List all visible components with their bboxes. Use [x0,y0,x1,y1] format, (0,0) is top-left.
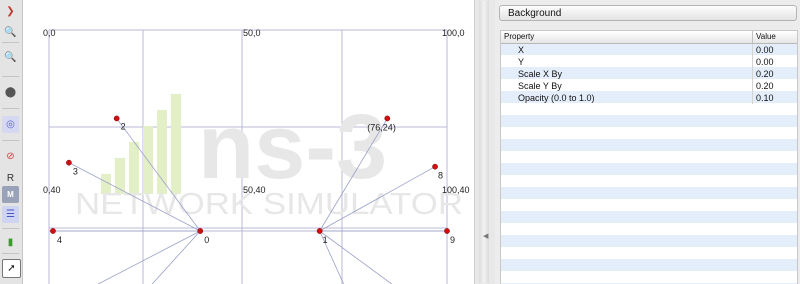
packet-stats-icon[interactable]: ⬤ [2,84,19,101]
table-row[interactable]: Scale Y By 0.20 [501,80,797,92]
property-name: Scale X By [501,68,753,80]
table-header: Property Value [501,31,797,44]
grid-coordinate-label: 50,0 [243,28,261,38]
watermark-subtitle: NETWORK SIMULATOR [75,186,463,221]
zoom-in-icon[interactable]: 🔍 [2,24,19,41]
property-value[interactable]: 0.00 [753,44,797,56]
background-button[interactable]: Background [499,5,797,21]
collapse-icon[interactable]: ❯ [2,3,19,20]
table-row[interactable]: X 0.00 [501,44,797,56]
watermark-logo: ns-3 [198,96,387,198]
node-label: 0 [204,235,209,245]
toolbar-separator [2,42,19,43]
canvas-svg[interactable]: ns-3NETWORK SIMULATOR 0,0 50,0 100,0 0,40 50,… [23,0,474,284]
property-value[interactable]: 0.00 [753,56,797,68]
node-76-marker[interactable] [384,115,391,122]
toolbar-separator [2,108,19,109]
node-label: 3 [73,167,78,177]
grid-coordinate-label: 0,40 [43,185,61,195]
column-header-property[interactable]: Property [501,31,753,43]
splitter-arrow-icon[interactable]: ◀ [483,232,488,240]
node-9-marker[interactable] [444,228,450,234]
toolbar: ❯ 🔍 🔍 ⬤ ◎ ⊘ R M ☰ ▮ ➚ [0,0,23,284]
toolbar-separator [2,253,19,254]
node-label: (76,24) [367,122,396,132]
link-line [151,230,201,284]
node-2-marker[interactable] [113,115,120,122]
node-label: 4 [57,235,62,245]
node-label: 8 [438,171,443,181]
watermark-signal-bar [157,110,167,194]
zoom-out-icon[interactable]: 🔍 [2,49,19,66]
grid-coordinate-label: 50,40 [243,185,266,195]
grid-coordinate-label: 100,0 [442,28,465,38]
pointer-icon[interactable]: ➚ [2,259,21,278]
property-table: Property Value X 0.00 Y 0.00 Scale X By … [500,30,798,284]
grid-coordinate-label: 0,0 [43,28,56,38]
table-row[interactable]: Y 0.00 [501,56,797,68]
node-3-marker[interactable] [66,159,72,166]
m-label[interactable]: M [2,186,19,203]
column-header-value[interactable]: Value [753,31,797,43]
node-label: 1 [323,235,328,245]
splitter-handle[interactable]: ◀ [474,0,496,284]
node-1-marker[interactable] [316,228,323,234]
property-name: Y [501,56,753,68]
watermark-signal-bar [171,94,181,194]
link-line [98,230,201,284]
node-0-marker[interactable] [197,228,204,234]
grid-coordinate-label: 100,40 [442,185,470,195]
toolbar-separator [2,140,19,141]
property-value[interactable]: 0.20 [753,68,797,80]
node-label: 2 [121,121,126,131]
battery-icon[interactable]: ▮ [2,234,19,251]
node-label: 9 [450,235,455,245]
table-row[interactable]: Scale X By 0.20 [501,68,797,80]
node-8-marker[interactable] [432,163,438,170]
property-name: Scale Y By [501,80,753,92]
toolbar-separator [2,76,19,77]
splitter-grip[interactable] [479,1,489,283]
node-4-marker[interactable] [50,228,56,234]
node-trajectory-icon[interactable]: ◎ [2,116,19,133]
properties-panel: Background Property Value X 0.00 Y 0.00 … [495,0,800,284]
toolbar-separator [2,228,19,229]
property-name: X [501,44,753,56]
property-name: Opacity (0.0 to 1.0) [501,92,753,104]
r-label[interactable]: R [2,170,19,187]
stop-icon[interactable]: ⊘ [2,148,19,165]
table-row[interactable]: Opacity (0.0 to 1.0) 0.10 [501,92,797,104]
property-value[interactable]: 0.10 [753,92,797,104]
property-value[interactable]: 0.20 [753,80,797,92]
list-icon[interactable]: ☰ [2,206,19,223]
link-line [319,230,392,284]
simulation-canvas[interactable]: ns-3 NETWORK SIMULATOR 0,0 50,0 100,0 0,40 50,… [23,0,474,284]
